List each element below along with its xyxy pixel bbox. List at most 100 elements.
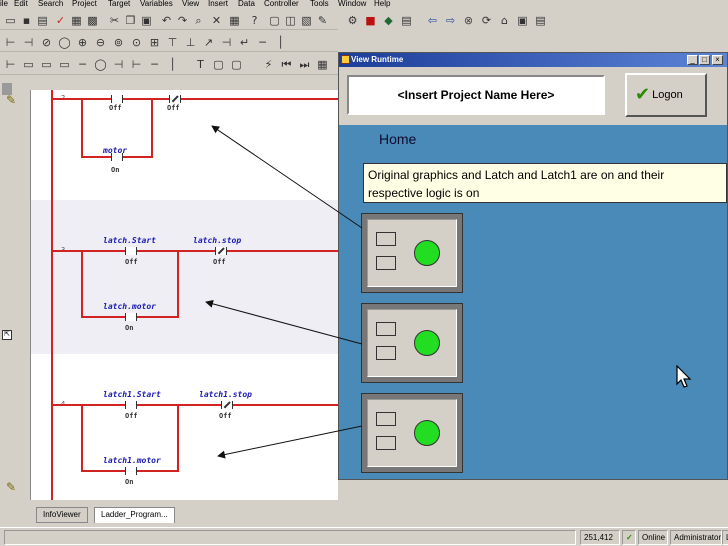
branch-icon[interactable]: ⊤ xyxy=(166,36,179,49)
text-icon[interactable]: T xyxy=(194,58,207,71)
contact[interactable] xyxy=(125,313,137,321)
rect3-icon[interactable]: ▭ xyxy=(58,58,71,71)
label-icon[interactable]: ⊣ xyxy=(220,36,233,49)
jump-icon[interactable]: ↗ xyxy=(202,36,215,49)
contact[interactable] xyxy=(111,95,123,103)
maximize-button[interactable]: □ xyxy=(699,55,710,65)
cut-icon[interactable]: ✂ xyxy=(108,14,121,27)
menu-variables[interactable]: Variables xyxy=(140,0,173,8)
frame2-icon[interactable]: ▢ xyxy=(230,58,243,71)
tab-ladder-program[interactable]: Ladder_Program... xyxy=(94,507,175,523)
print-icon[interactable]: ▤ xyxy=(36,14,49,27)
contact-nc[interactable] xyxy=(169,95,181,103)
pos-transition-icon[interactable]: ⊚ xyxy=(112,36,125,49)
reset-coil-icon[interactable]: ⊖ xyxy=(94,36,107,49)
ellipse-icon[interactable]: ◯ xyxy=(94,58,107,71)
step-forward-icon[interactable]: ⏭ xyxy=(298,58,311,71)
refresh-icon[interactable]: ⟳ xyxy=(480,14,493,27)
vertical-line-icon[interactable]: │ xyxy=(274,36,287,49)
home-icon[interactable]: ⌂ xyxy=(498,14,511,27)
stop-icon[interactable]: ■ xyxy=(364,14,377,27)
favorites-icon[interactable]: ▣ xyxy=(516,14,529,27)
menu-help[interactable]: Help xyxy=(374,0,390,8)
back-icon[interactable]: ⇦ xyxy=(426,14,439,27)
ladder-editor[interactable]: 2 Off Off motor On 3 latch.Start latch.s… xyxy=(30,90,338,500)
stop-button-graphic[interactable] xyxy=(376,256,396,270)
contact[interactable] xyxy=(125,247,137,255)
stop-button-graphic[interactable] xyxy=(376,436,396,450)
menu-search[interactable]: Search xyxy=(38,0,63,8)
select-icon[interactable]: ⊢ xyxy=(4,58,17,71)
contact-nc[interactable] xyxy=(221,401,233,409)
start-button-graphic[interactable] xyxy=(376,232,396,246)
start-button-graphic[interactable] xyxy=(376,322,396,336)
start-button-graphic[interactable] xyxy=(376,412,396,426)
undo-icon[interactable]: ↶ xyxy=(160,14,173,27)
lightning-icon[interactable]: ⚡ xyxy=(262,58,275,71)
tools-icon[interactable]: ✎ xyxy=(316,14,329,27)
rung-icon[interactable]: ⊢ xyxy=(4,36,17,49)
loader-icon[interactable]: ▤ xyxy=(400,14,413,27)
contact2-draw-icon[interactable]: ⊢ xyxy=(130,58,143,71)
function-block-icon[interactable]: ⊞ xyxy=(148,36,161,49)
history-icon[interactable]: ▤ xyxy=(534,14,547,27)
contact-nc[interactable] xyxy=(215,247,227,255)
debug-icon[interactable]: ▦ xyxy=(316,58,329,71)
return-icon[interactable]: ↵ xyxy=(238,36,251,49)
contact[interactable] xyxy=(111,153,123,161)
paste-icon[interactable]: ▣ xyxy=(140,14,153,27)
line-icon[interactable]: ─ xyxy=(76,58,89,71)
menu-insert[interactable]: Insert xyxy=(208,0,228,8)
step-back-icon[interactable]: ⏮ xyxy=(280,58,293,71)
coil-icon[interactable]: ◯ xyxy=(58,36,71,49)
menu-file[interactable]: ile xyxy=(0,0,8,8)
minimize-button[interactable]: _ xyxy=(687,55,698,65)
window-title-bar[interactable]: View Runtime xyxy=(339,53,727,67)
find-icon[interactable]: ⌕ xyxy=(192,14,205,27)
contact-no-icon[interactable]: ⊣ xyxy=(22,36,35,49)
neg-transition-icon[interactable]: ⊙ xyxy=(130,36,143,49)
vline-icon[interactable]: │ xyxy=(166,58,179,71)
contact-nc-icon[interactable]: ⊘ xyxy=(40,36,53,49)
horizontal-line-icon[interactable]: ─ xyxy=(256,36,269,49)
menu-project[interactable]: Project xyxy=(72,0,97,8)
rect-icon[interactable]: ▭ xyxy=(22,58,35,71)
logon-button[interactable]: ✔ Logon xyxy=(625,73,707,117)
menu-edit[interactable]: Edit xyxy=(14,0,28,8)
stop-button-graphic[interactable] xyxy=(376,346,396,360)
tab-infoviewer[interactable]: InfoViewer xyxy=(36,507,88,523)
contact[interactable] xyxy=(125,401,137,409)
frame-icon[interactable]: ▢ xyxy=(212,58,225,71)
check-icon[interactable]: ✓ xyxy=(54,14,67,27)
parallel-icon[interactable]: ⊥ xyxy=(184,36,197,49)
forward-icon[interactable]: ⇨ xyxy=(444,14,457,27)
menu-tools[interactable]: Tools xyxy=(310,0,329,8)
save-icon[interactable]: ▪ xyxy=(20,14,33,27)
menu-target[interactable]: Target xyxy=(108,0,130,8)
help-icon[interactable]: ? xyxy=(248,14,261,27)
deploy-icon[interactable]: ◆ xyxy=(382,14,395,27)
redo-icon[interactable]: ↷ xyxy=(176,14,189,27)
stop-nav-icon[interactable]: ⊗ xyxy=(462,14,475,27)
grid-icon[interactable]: ▦ xyxy=(228,14,241,27)
contact-draw-icon[interactable]: ⊣ xyxy=(112,58,125,71)
menu-view[interactable]: View xyxy=(182,0,199,8)
options-icon[interactable]: ▩ xyxy=(86,14,99,27)
build-icon[interactable]: ▦ xyxy=(70,14,83,27)
contact[interactable] xyxy=(125,467,137,475)
watch-icon[interactable]: ◫ xyxy=(284,14,297,27)
new-file-icon[interactable]: ▭ xyxy=(4,14,17,27)
bookmark-icon[interactable]: ⇱ xyxy=(2,330,12,340)
menu-controller[interactable]: Controller xyxy=(264,0,299,8)
menu-window[interactable]: Window xyxy=(338,0,366,8)
window-icon[interactable]: ▢ xyxy=(268,14,281,27)
settings-icon[interactable]: ⚙ xyxy=(346,14,359,27)
set-coil-icon[interactable]: ⊕ xyxy=(76,36,89,49)
menu-data[interactable]: Data xyxy=(238,0,255,8)
graph-icon[interactable]: ▧ xyxy=(300,14,313,27)
close-button[interactable]: × xyxy=(712,55,723,65)
copy-icon[interactable]: ❐ xyxy=(124,14,137,27)
delete-icon[interactable]: ✕ xyxy=(210,14,223,27)
rect2-icon[interactable]: ▭ xyxy=(40,58,53,71)
hline-icon[interactable]: ─ xyxy=(148,58,161,71)
